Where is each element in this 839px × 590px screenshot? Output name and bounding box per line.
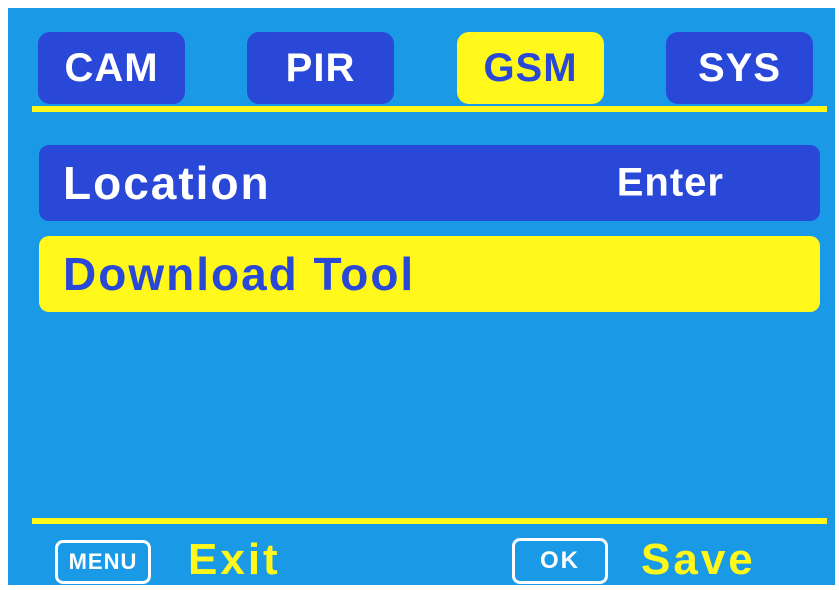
tab-divider [32,106,827,112]
ok-key-button[interactable]: OK [512,538,608,584]
tab-cam[interactable]: CAM [38,32,185,104]
footer-divider [32,518,827,524]
menu-item-download-tool[interactable]: Download Tool [39,236,820,312]
save-label: Save [641,535,756,584]
exit-label: Exit [188,535,281,584]
menu-item-label: Download Tool [63,248,416,300]
tab-pir[interactable]: PIR [247,32,394,104]
menu-item-value: Enter [616,160,724,205]
menu-item-location[interactable]: Location Enter [39,145,820,221]
tab-sys[interactable]: SYS [666,32,813,104]
menu-item-label: Location [63,157,271,209]
settings-screen: CAM PIR GSM SYS Location Enter Download … [8,8,835,585]
tab-gsm[interactable]: GSM [457,32,604,104]
menu-key-button[interactable]: MENU [55,540,151,584]
